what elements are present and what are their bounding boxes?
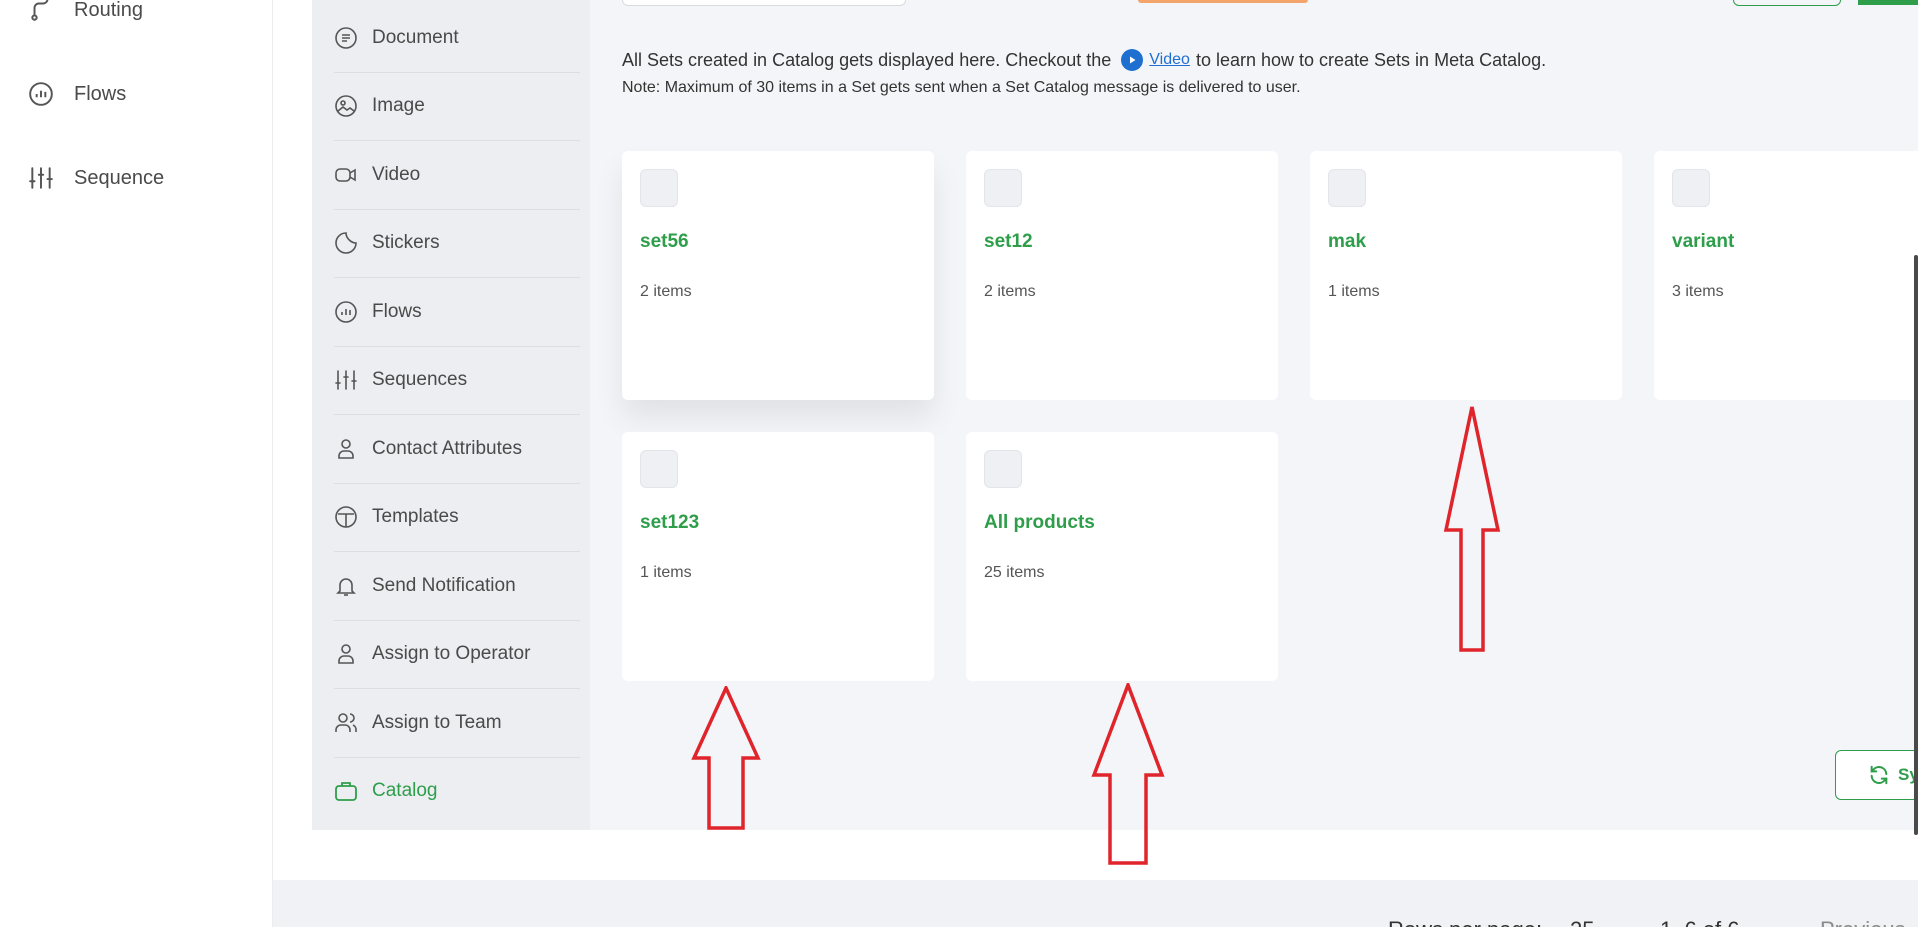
set-card[interactable]: mak 1 items [1310, 151, 1622, 400]
nav-item-label: Sequence [74, 166, 165, 189]
set-card[interactable]: set56 2 items [622, 151, 934, 400]
set-item-count: 1 items [640, 564, 692, 581]
set-thumbnail [984, 450, 1022, 488]
submenu-item-assign-to-team[interactable]: Assign to Team [334, 703, 878, 743]
divider [334, 209, 580, 210]
set-name: variant [1672, 231, 1735, 252]
divider [334, 483, 580, 484]
catalog-note-text: Note: Maximum of 30 items in a Set gets … [622, 79, 1301, 96]
set-name: mak [1328, 231, 1367, 252]
divider [334, 140, 580, 141]
sync-button[interactable]: Sy [1835, 750, 1918, 800]
nav-item-routing[interactable]: Routing [28, 0, 143, 30]
sequence-icon [29, 167, 53, 189]
submenu-item-label: Image [372, 95, 425, 116]
play-icon[interactable] [1121, 49, 1144, 71]
scrollbar[interactable] [1914, 255, 1918, 835]
set-card[interactable]: set12 2 items [966, 151, 1278, 400]
annotation-arrow-icon [691, 686, 761, 830]
set-item-count: 2 items [640, 283, 692, 300]
template-icon [335, 506, 357, 528]
previous-page-button[interactable]: Previous [1820, 917, 1906, 927]
set-card[interactable]: variant 3 items [1654, 151, 1918, 400]
divider [334, 346, 580, 347]
submenu-item-label: Assign to Team [372, 712, 502, 733]
primary-button[interactable] [1858, 0, 1918, 5]
set-name: set12 [984, 231, 1033, 252]
video-icon [335, 168, 356, 182]
video-link[interactable]: Video [1149, 51, 1190, 69]
set-thumbnail [1672, 169, 1710, 207]
bell-icon [336, 578, 356, 596]
divider [334, 757, 580, 758]
nav-item-flows[interactable]: Flows [28, 74, 126, 114]
outline-button[interactable] [1733, 0, 1841, 6]
divider [334, 688, 580, 689]
set-thumbnail [640, 450, 678, 488]
team-icon [335, 713, 357, 732]
nav-item-label: Routing [74, 0, 143, 21]
info-text-before: All Sets created in Catalog gets display… [622, 49, 1112, 70]
rows-per-page-select[interactable]: 25 [1570, 917, 1594, 927]
search-input[interactable] [622, 0, 906, 6]
divider [334, 620, 580, 621]
flows-icon [335, 301, 357, 323]
submenu-item-label: Send Notification [372, 575, 516, 596]
set-card[interactable]: All products 25 items [966, 432, 1278, 681]
set-thumbnail [1328, 169, 1366, 207]
annotation-arrow-icon [1443, 406, 1501, 652]
submenu-item-label: Stickers [372, 232, 440, 253]
sequence-icon [335, 370, 357, 390]
user-icon [338, 644, 354, 664]
set-item-count: 2 items [984, 283, 1036, 300]
set-item-count: 1 items [1328, 283, 1380, 300]
left-navigation: Routing Flows Sequence [0, 0, 273, 927]
annotation-arrow-icon [1091, 683, 1165, 865]
submenu-item-label: Catalog [372, 780, 438, 801]
info-text-after: to learn how to create Sets in Meta Cata… [1195, 49, 1547, 70]
submenu-item-label: Video [372, 164, 421, 185]
document-icon [335, 27, 357, 49]
submenu-item-label: Document [372, 27, 459, 48]
submenu-item-label: Flows [372, 301, 422, 322]
set-name: All products [984, 512, 1095, 533]
image-icon [335, 95, 357, 117]
submenu-item-label: Templates [372, 506, 459, 527]
nav-item-sequence[interactable]: Sequence [28, 158, 164, 198]
set-item-count: 25 items [984, 564, 1045, 581]
divider [334, 414, 580, 415]
divider [334, 551, 580, 552]
flows-icon [29, 82, 53, 106]
submenu-item-label: Sequences [372, 369, 468, 390]
set-item-count: 3 items [1672, 283, 1724, 300]
submenu-item-catalog[interactable]: Catalog [334, 771, 878, 811]
set-thumbnail [640, 169, 678, 207]
set-card[interactable]: set123 1 items [622, 432, 934, 681]
refresh-icon [1870, 765, 1888, 785]
set-name: set123 [640, 512, 700, 533]
pagination-range: 1–6 of 6 [1660, 917, 1740, 927]
nav-item-label: Flows [74, 82, 127, 105]
sticker-icon [335, 232, 357, 254]
routing-icon [31, 0, 49, 21]
user-icon [338, 439, 354, 459]
briefcase-icon [335, 782, 357, 801]
set-name: set56 [640, 231, 689, 252]
rows-per-page-label: Rows per page: [1388, 917, 1542, 927]
divider [334, 277, 580, 278]
catalog-info-text: All Sets created in Catalog gets display… [622, 49, 1546, 71]
action-submenu: Document Image Video Stickers Flows Sequ… [312, 0, 590, 830]
divider [334, 72, 580, 73]
submenu-item-label: Assign to Operator [372, 643, 531, 664]
set-thumbnail [984, 169, 1022, 207]
submenu-item-label: Contact Attributes [372, 438, 522, 459]
page-root: Routing Flows Sequence Document Image Vi… [0, 0, 1918, 927]
orange-button[interactable] [1138, 0, 1308, 3]
